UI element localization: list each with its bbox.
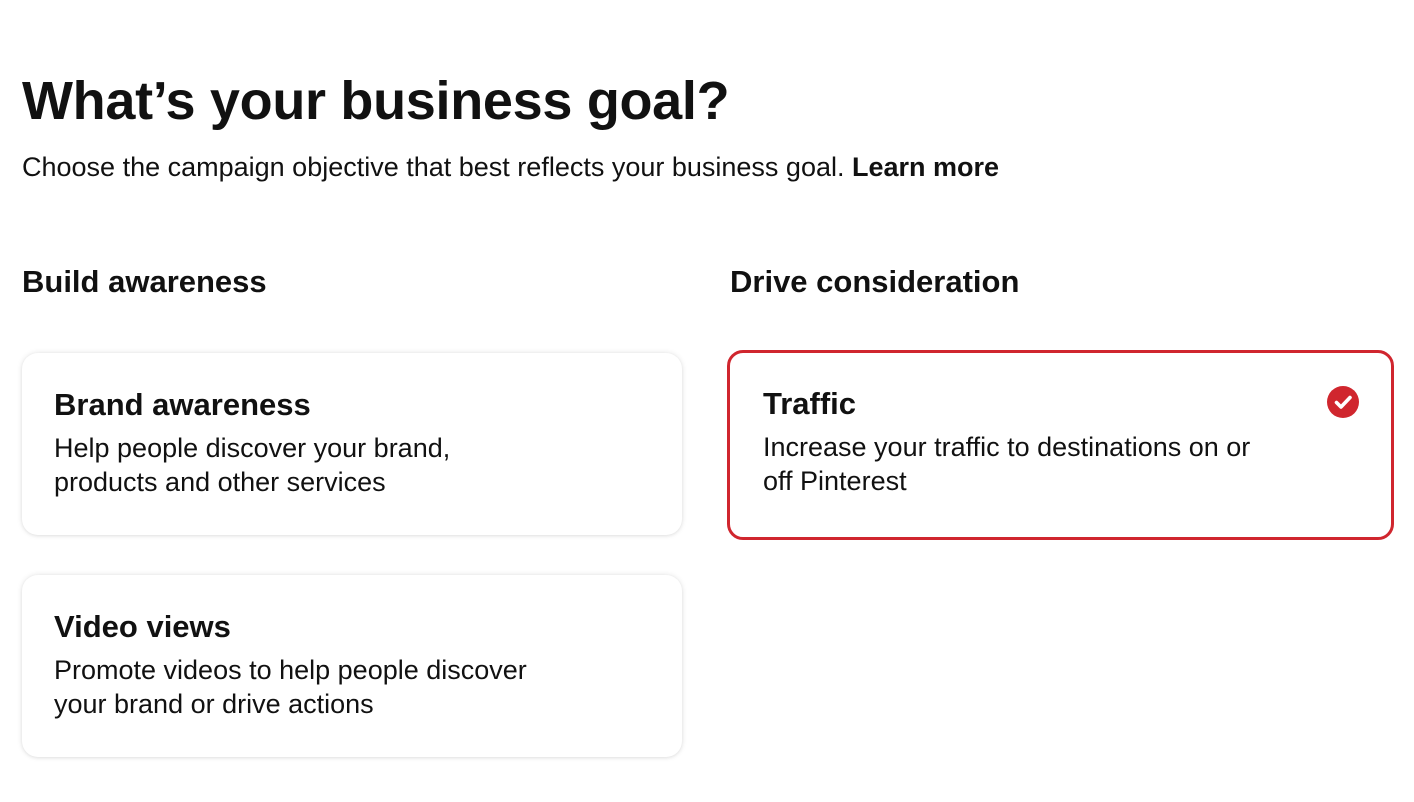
page-subtitle: Choose the campaign objective that best …: [22, 149, 999, 185]
card-description-line-2: products and other services: [54, 467, 386, 497]
card-description-line-2: off Pinterest: [763, 466, 907, 496]
card-description-line-1: Promote videos to help people discover: [54, 655, 527, 685]
checkmark-circle-icon: [1327, 386, 1359, 418]
card-title: Traffic: [763, 386, 857, 421]
objective-card-video-views[interactable]: Video views Promote videos to help peopl…: [22, 575, 682, 757]
subtitle-text: Choose the campaign objective that best …: [22, 152, 845, 182]
page-title: What’s your business goal?: [22, 71, 730, 131]
section-heading-drive-consideration: Drive consideration: [730, 264, 1020, 299]
card-title: Video views: [54, 609, 231, 644]
card-description-line-1: Help people discover your brand,: [54, 433, 451, 463]
card-description-line-2: your brand or drive actions: [54, 689, 374, 719]
objective-card-traffic[interactable]: Traffic Increase your traffic to destina…: [727, 350, 1394, 540]
card-description-line-1: Increase your traffic to destinations on…: [763, 432, 1251, 462]
objective-card-brand-awareness[interactable]: Brand awareness Help people discover you…: [22, 353, 682, 535]
card-description: Promote videos to help people discover yo…: [54, 653, 527, 721]
card-description: Help people discover your brand, products…: [54, 431, 450, 499]
learn-more-link[interactable]: Learn more: [852, 152, 999, 182]
card-title: Brand awareness: [54, 387, 311, 422]
section-heading-build-awareness: Build awareness: [22, 264, 267, 299]
card-description: Increase your traffic to destinations on…: [763, 430, 1250, 498]
